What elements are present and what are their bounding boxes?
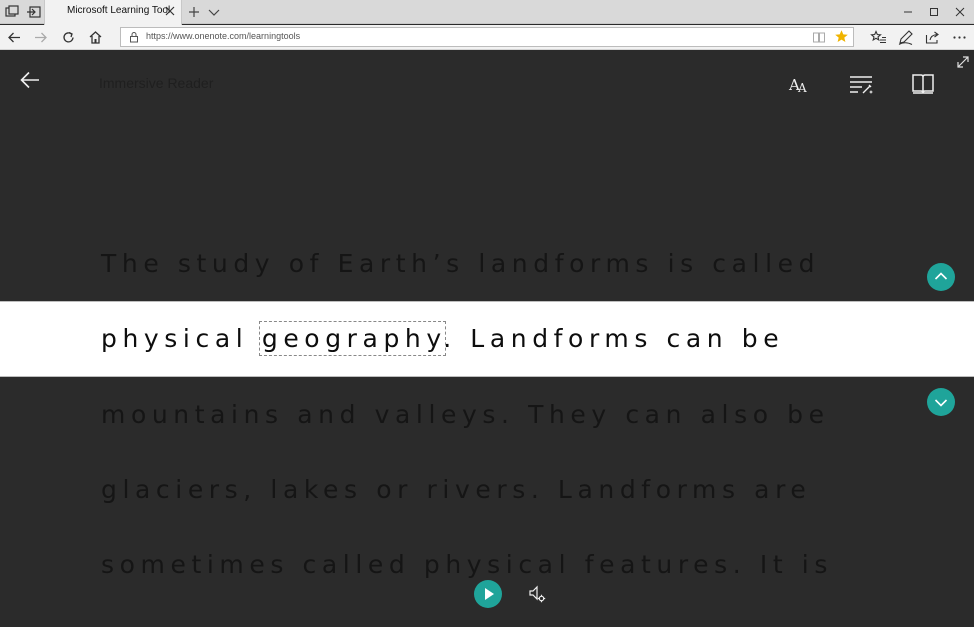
tab-preview-icon[interactable] [4, 4, 20, 20]
url-text[interactable]: https://www.onenote.com/learningtools [146, 31, 300, 41]
pen-icon[interactable] [897, 29, 914, 46]
expand-icon[interactable] [955, 54, 971, 70]
highlighted-word[interactable]: geography [258, 321, 447, 356]
text-preferences-icon[interactable]: A A [787, 72, 811, 96]
home-icon[interactable] [87, 29, 104, 46]
favorites-icon[interactable] [870, 29, 887, 46]
refresh-icon[interactable] [60, 29, 77, 46]
more-icon[interactable] [951, 29, 968, 46]
text-segment: . Landforms can be [443, 324, 785, 353]
minimize-icon[interactable] [900, 4, 916, 20]
tab-bar: Microsoft Learning Tool [0, 0, 974, 25]
chevron-down-icon[interactable] [206, 4, 222, 20]
text-line-focused: physical geography. Landforms can be [101, 321, 785, 356]
reading-view-icon [812, 30, 826, 44]
star-icon[interactable] [834, 29, 849, 44]
reader-title: Immersive Reader [99, 75, 214, 91]
scroll-down-button[interactable] [927, 388, 955, 416]
arrow-left-icon[interactable] [18, 68, 42, 92]
text-line: mountains and valleys. They can also be [101, 400, 830, 429]
text-segment: physical [101, 324, 262, 353]
play-button[interactable] [474, 580, 502, 608]
immersive-reader: Immersive Reader A A The study of Earth’… [0, 50, 974, 627]
text-line: glaciers, lakes or rivers. Landforms are [101, 475, 812, 504]
play-icon [485, 588, 494, 600]
svg-text:A: A [797, 81, 807, 95]
address-bar[interactable]: https://www.onenote.com/learningtools [120, 27, 854, 47]
chevron-down-icon [934, 399, 948, 407]
maximize-icon[interactable] [926, 4, 942, 20]
speaker-settings-icon[interactable] [527, 584, 547, 604]
back-icon[interactable] [6, 29, 23, 46]
share-icon[interactable] [924, 29, 941, 46]
browser-window: Microsoft Learning Tool https://www.onen… [0, 0, 974, 627]
lock-icon [128, 31, 140, 43]
close-icon[interactable] [164, 5, 176, 17]
text-line: The study of Earth’s landforms is called [101, 249, 821, 278]
set-aside-tabs-icon[interactable] [26, 4, 42, 20]
chevron-up-icon [934, 272, 948, 280]
close-window-icon[interactable] [952, 4, 968, 20]
scroll-up-button[interactable] [927, 263, 955, 291]
tab-title: Microsoft Learning Tool [67, 5, 171, 16]
grammar-options-icon[interactable] [848, 72, 874, 96]
tab-microsoft-learning-tool[interactable]: Microsoft Learning Tool [44, 0, 182, 25]
plus-icon[interactable] [186, 4, 202, 20]
book-icon[interactable] [910, 71, 936, 97]
text-line: sometimes called physical features. It i… [101, 550, 833, 579]
navigation-toolbar: https://www.onenote.com/learningtools [0, 25, 974, 50]
forward-icon [32, 29, 49, 46]
